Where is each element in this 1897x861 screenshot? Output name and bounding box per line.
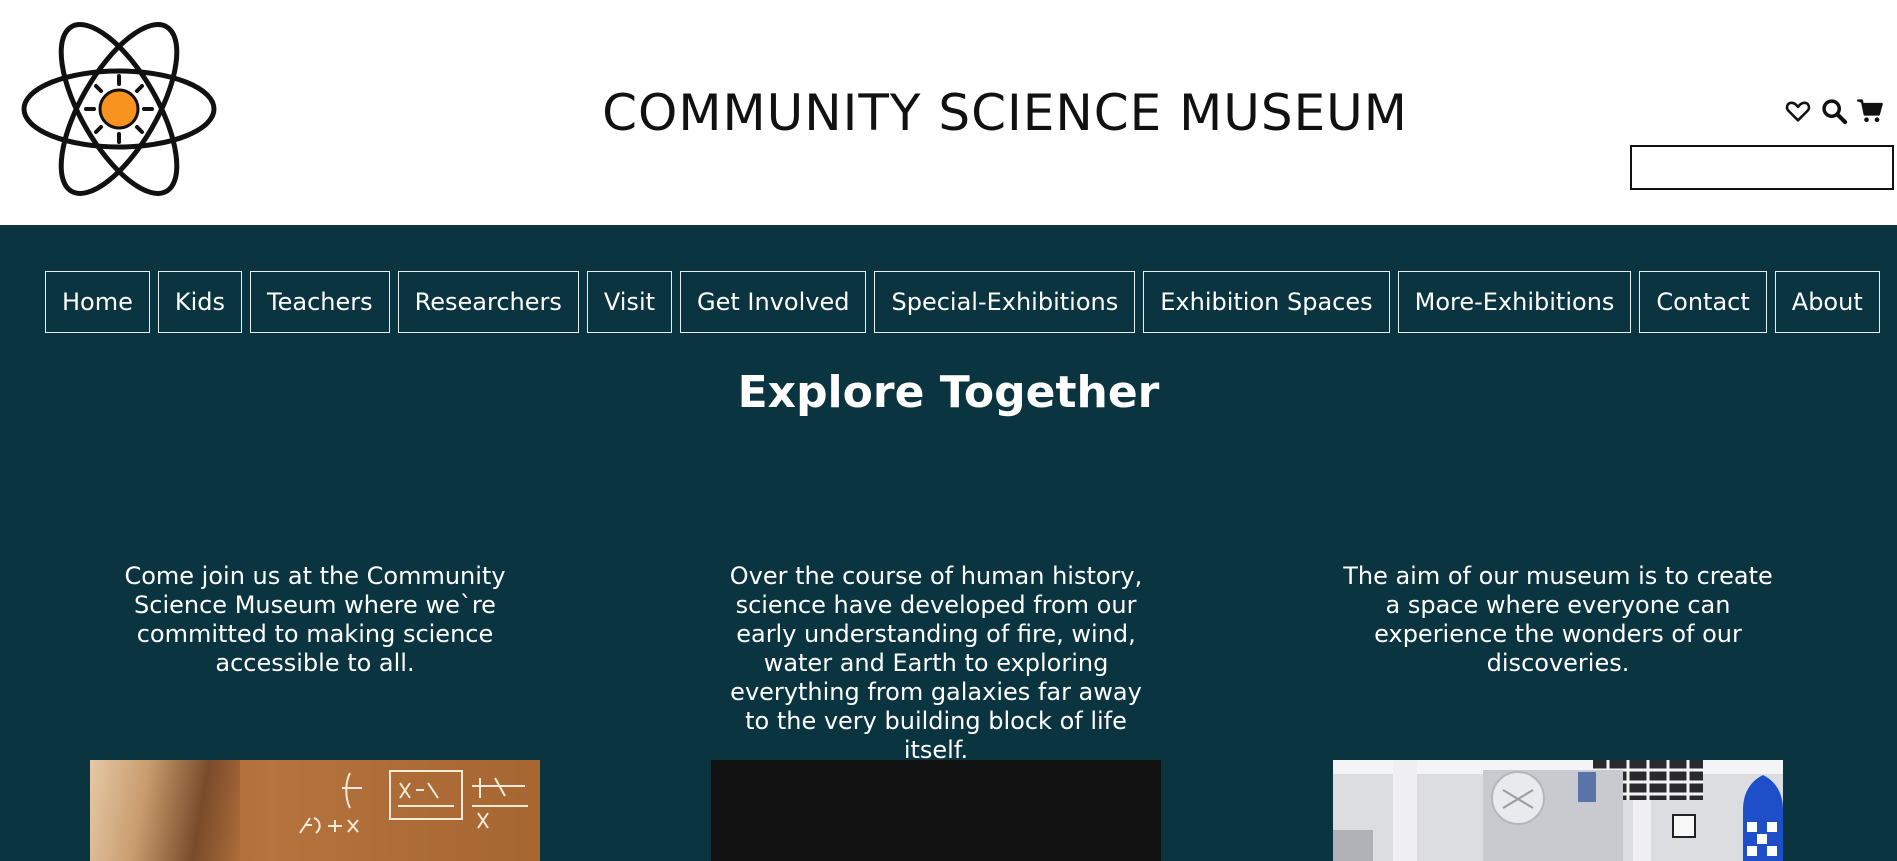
nav-item-get-involved[interactable]: Get Involved [680,271,867,333]
intro-column-1: Come join us at the Community Science Mu… [90,562,540,678]
search-input[interactable] [1630,145,1894,190]
cart-icon[interactable] [1856,97,1884,125]
nav-item-researchers[interactable]: Researchers [397,271,579,333]
main-section: Home Kids Teachers Researchers Visit Get… [0,225,1897,861]
heart-icon[interactable] [1784,97,1812,125]
header-icons [1784,97,1884,125]
nav-item-visit[interactable]: Visit [586,271,673,333]
intro-column-2: Over the course of human history, scienc… [711,562,1161,765]
nav-item-teachers[interactable]: Teachers [250,271,390,333]
intro-text-1: Come join us at the Community Science Mu… [124,562,506,677]
page-heading: Explore Together [737,367,1160,418]
nav-item-home[interactable]: Home [45,271,150,333]
exhibition-hall-image [1333,760,1783,861]
intro-column-3: The aim of our museum is to create a spa… [1333,562,1783,678]
chalkboard-image [90,760,540,861]
nav-item-kids[interactable]: Kids [157,271,243,333]
site-header: COMMUNITY SCIENCE MUSEUM [0,0,1897,225]
nav-item-special-exhibitions[interactable]: Special-Exhibitions [874,271,1136,333]
intro-text-2: Over the course of human history, scienc… [729,562,1143,764]
nav-item-about[interactable]: About [1774,271,1880,333]
nav-item-exhibition-spaces[interactable]: Exhibition Spaces [1143,271,1390,333]
search-icon[interactable] [1820,97,1848,125]
intro-text-3: The aim of our museum is to create a spa… [1343,562,1773,677]
main-nav: Home Kids Teachers Researchers Visit Get… [45,271,1880,333]
dark-image [711,760,1161,861]
nav-item-more-exhibitions[interactable]: More-Exhibitions [1397,271,1632,333]
nav-item-contact[interactable]: Contact [1639,271,1767,333]
site-title: COMMUNITY SCIENCE MUSEUM [602,84,1408,142]
